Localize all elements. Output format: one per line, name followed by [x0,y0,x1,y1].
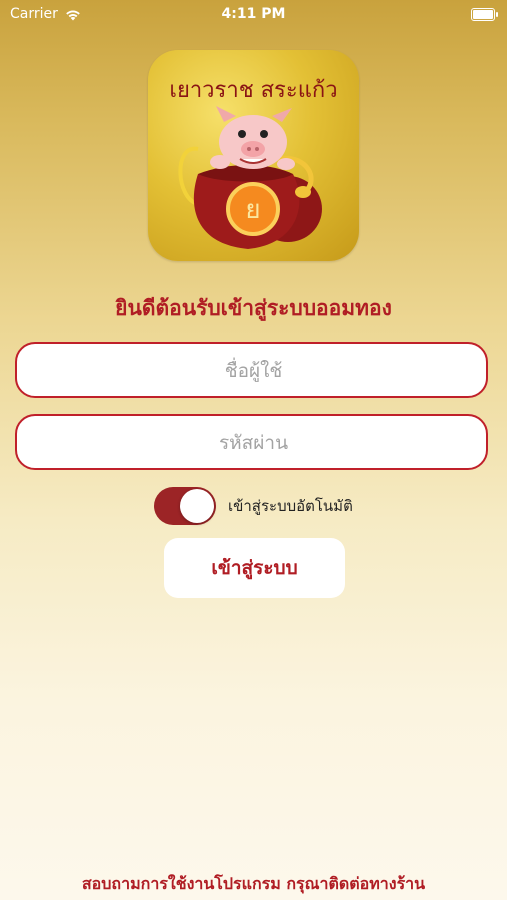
welcome-title: ยินดีต้อนรับเข้าสู่ระบบออมทอง [115,296,392,320]
toggle-knob [180,489,214,523]
password-field[interactable] [15,414,490,470]
username-input[interactable] [17,344,490,398]
auto-login-row: เข้าสู่ระบบอัตโนมัติ [154,487,353,525]
app-logo: เยาวราช สระแก้ว ย [148,50,359,261]
login-button[interactable]: เข้าสู่ระบบ [164,538,345,598]
username-field[interactable] [15,342,490,398]
pig-money-bag-icon: ย [178,106,322,249]
auto-login-label: เข้าสู่ระบบอัตโนมัติ [228,497,353,515]
battery-icon [471,8,498,21]
status-time: 4:11 PM [221,6,286,22]
auto-login-toggle[interactable] [154,487,216,525]
contact-footer-text: สอบถามการใช้งานโปรแกรม กรุณาติดต่อทางร้า… [81,874,426,893]
status-bar: Carrier 4:11 PM [0,0,507,30]
password-input[interactable] [17,416,490,470]
coin-letter: ย [245,195,260,225]
logo-text: เยาวราช สระแก้ว [169,78,338,103]
